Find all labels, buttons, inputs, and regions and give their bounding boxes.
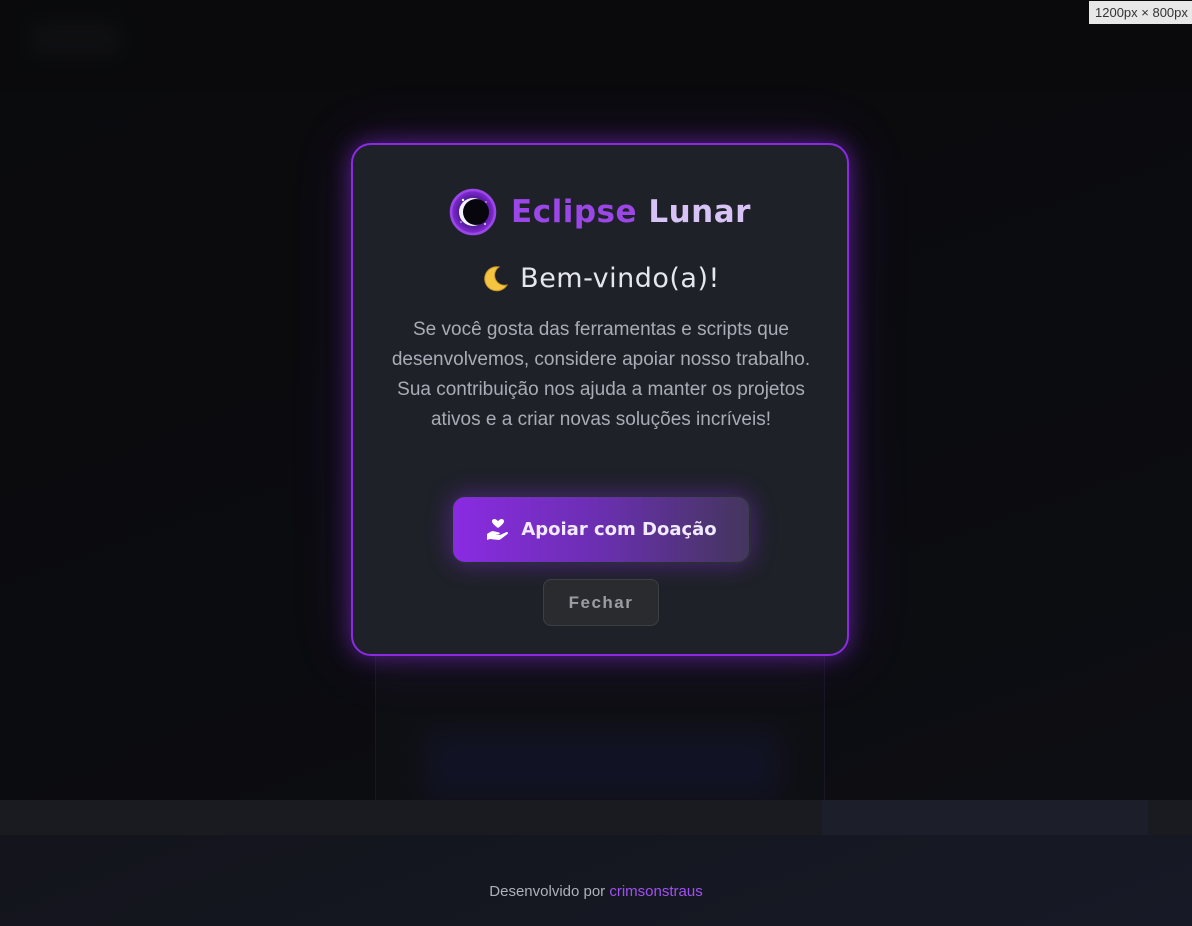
brand-title-lunar: Lunar bbox=[648, 194, 751, 230]
footer-prefix: Desenvolvido por bbox=[489, 883, 606, 900]
donate-button[interactable]: Apoiar com Doação bbox=[451, 495, 751, 564]
close-button[interactable]: Fechar bbox=[543, 579, 659, 626]
donate-button-label: Apoiar com Doação bbox=[521, 519, 717, 540]
brand-title-eclipse: Eclipse bbox=[511, 194, 638, 230]
footer-author-link[interactable]: crimsonstraus bbox=[609, 883, 702, 900]
welcome-heading: Bem-vindo(a)! bbox=[353, 263, 847, 294]
viewport-size-badge: 1200px × 800px bbox=[1089, 1, 1192, 24]
modal-brand: Eclipse Lunar bbox=[353, 185, 847, 239]
close-button-label: Fechar bbox=[568, 592, 634, 612]
footer: Desenvolvido por crimsonstraus bbox=[0, 883, 1192, 900]
modal-description: Se você gosta das ferramentas e scripts … bbox=[391, 319, 811, 430]
eclipse-moon-icon bbox=[449, 188, 497, 236]
background-strip-accent bbox=[822, 800, 1148, 835]
welcome-text: Bem-vindo(a)! bbox=[520, 263, 720, 294]
hand-heart-icon bbox=[485, 517, 511, 543]
brand-title: Eclipse Lunar bbox=[511, 194, 751, 230]
crescent-moon-icon bbox=[480, 264, 510, 294]
welcome-modal: Eclipse Lunar Bem-vindo(a)! Se você gost… bbox=[351, 143, 849, 656]
